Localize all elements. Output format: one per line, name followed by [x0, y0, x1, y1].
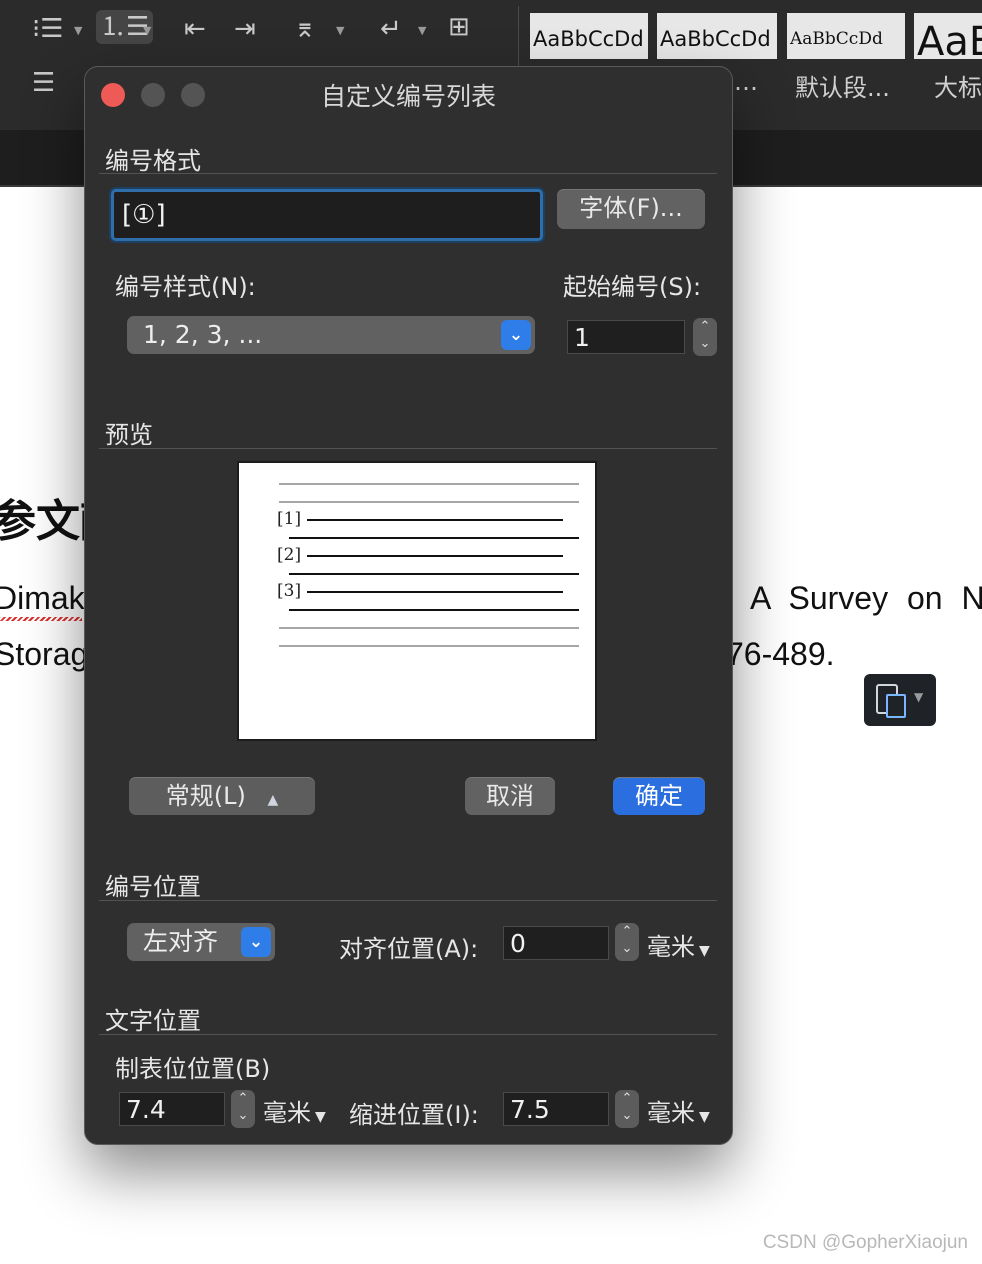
- paste-options-button[interactable]: ▼: [864, 674, 936, 726]
- preview-line: [279, 645, 579, 647]
- number-style-label: 编号样式(N):: [115, 273, 256, 301]
- tab-stop-label: 制表位位置(B): [115, 1055, 271, 1083]
- preview-line: [279, 627, 579, 629]
- start-at-field[interactable]: 1: [567, 320, 685, 354]
- preview-text-line: [289, 573, 579, 575]
- paragraph-mark-caret-icon[interactable]: ▼: [418, 24, 426, 37]
- chevron-down-icon: ▼: [315, 1109, 326, 1125]
- start-at-stepper[interactable]: ⌃ ⌄: [693, 318, 717, 356]
- align-at-stepper[interactable]: ⌃ ⌄: [615, 923, 639, 961]
- number-format-input[interactable]: [①]: [111, 189, 543, 241]
- normal-toggle-button[interactable]: 常规(L) ▲: [129, 777, 315, 815]
- indent-at-label: 缩进位置(I):: [349, 1101, 479, 1129]
- preview-pane: [1] [2] [3]: [237, 461, 597, 741]
- preview-text-line: [307, 591, 563, 593]
- number-style-value: 1, 2, 3, ...: [143, 320, 263, 349]
- preview-item: [1]: [277, 509, 302, 529]
- paste-page-icon: [886, 694, 906, 718]
- align-at-label: 对齐位置(A):: [339, 935, 479, 963]
- normal-button-label: 常规(L): [165, 782, 246, 810]
- bullet-list-caret-icon[interactable]: ▼: [74, 24, 82, 37]
- unit-label: 毫米: [647, 1099, 695, 1127]
- preview-line: [279, 483, 579, 485]
- numbered-list-caret-icon[interactable]: ▼: [143, 24, 151, 37]
- section-divider: [99, 448, 717, 449]
- document-text-line: Storag: [0, 636, 89, 672]
- preview-line: [279, 501, 579, 503]
- spelling-underline: [0, 617, 82, 621]
- preview-item: [3]: [277, 581, 302, 601]
- chevron-down-icon: ▼: [914, 690, 924, 704]
- align-at-field[interactable]: 0: [503, 926, 609, 960]
- style-label-4: 大标: [934, 74, 982, 102]
- section-number-position: 编号位置: [105, 873, 201, 901]
- tab-stop-unit-select[interactable]: 毫米 ▼: [263, 1093, 326, 1128]
- dialog-titlebar[interactable]: 自定义编号列表: [85, 67, 732, 121]
- sort-caret-icon[interactable]: ▼: [336, 24, 344, 37]
- indent-at-stepper[interactable]: ⌃ ⌄: [615, 1090, 639, 1128]
- style-tile-2[interactable]: AaBbCcDd: [657, 13, 777, 59]
- document-text-line: . A Survey on N: [724, 580, 982, 616]
- font-button[interactable]: 字体(F)...: [557, 189, 705, 229]
- section-divider: [99, 1034, 717, 1035]
- increase-indent-icon[interactable]: ⇥: [234, 14, 256, 44]
- style-label-3: 默认段...: [795, 74, 890, 102]
- start-at-label: 起始编号(S):: [563, 273, 702, 301]
- style-tile-3[interactable]: AaBbCcDd: [787, 13, 905, 59]
- preview-item: [2]: [277, 545, 302, 565]
- tab-stop-field[interactable]: 7.4: [119, 1092, 225, 1126]
- dialog-title: 自定义编号列表: [320, 82, 496, 111]
- unit-label: 毫米: [263, 1099, 311, 1127]
- preview-text-line: [289, 609, 579, 611]
- preview-text-line: [307, 555, 563, 557]
- document-text-line: Dimaki: [0, 580, 92, 616]
- align-left-icon[interactable]: ☰: [32, 68, 55, 98]
- paragraph-mark-icon[interactable]: ↵: [380, 14, 402, 44]
- number-style-select[interactable]: 1, 2, 3, ... ⌄: [127, 316, 535, 354]
- preview-text-line: [307, 519, 563, 521]
- section-text-position: 文字位置: [105, 1007, 201, 1035]
- unit-label: 毫米: [647, 933, 695, 961]
- decrease-indent-icon[interactable]: ⇤: [184, 14, 206, 44]
- alignment-value: 左对齐: [143, 927, 219, 956]
- customize-numbered-list-dialog: 自定义编号列表 编号格式 [①] 字体(F)... 编号样式(N): 起始编号(…: [84, 66, 733, 1145]
- document-text-line: 76-489.: [726, 636, 835, 672]
- style-label-2: …: [734, 68, 758, 96]
- chevron-down-icon: ⌄: [241, 927, 271, 957]
- indent-at-field[interactable]: 7.5: [503, 1092, 609, 1126]
- table-grid-icon[interactable]: ⊞: [448, 12, 470, 42]
- alignment-select[interactable]: 左对齐 ⌄: [127, 923, 275, 961]
- chevron-down-icon: ▼: [699, 943, 710, 959]
- ok-button[interactable]: 确定: [613, 777, 705, 815]
- disclosure-up-icon: ▲: [267, 792, 279, 808]
- section-divider: [99, 900, 717, 901]
- style-tile-1[interactable]: AaBbCcDd: [530, 13, 648, 59]
- section-divider: [99, 173, 717, 174]
- chevron-down-icon: ▼: [699, 1109, 710, 1125]
- section-number-format: 编号格式: [105, 147, 201, 175]
- indent-at-unit-select[interactable]: 毫米 ▼: [647, 1093, 710, 1128]
- preview-text-line: [289, 537, 579, 539]
- sort-icon[interactable]: ⌆: [294, 14, 316, 44]
- chevron-down-icon: ⌄: [501, 320, 531, 350]
- bullet-list-icon[interactable]: ⁝☰: [32, 14, 64, 44]
- tab-stop-stepper[interactable]: ⌃ ⌄: [231, 1090, 255, 1128]
- watermark: CSDN @GopherXiaojun: [762, 1232, 968, 1253]
- align-at-unit-select[interactable]: 毫米 ▼: [647, 927, 710, 962]
- style-tile-4[interactable]: AaB: [914, 13, 982, 59]
- cancel-button[interactable]: 取消: [465, 777, 555, 815]
- section-preview: 预览: [105, 421, 153, 449]
